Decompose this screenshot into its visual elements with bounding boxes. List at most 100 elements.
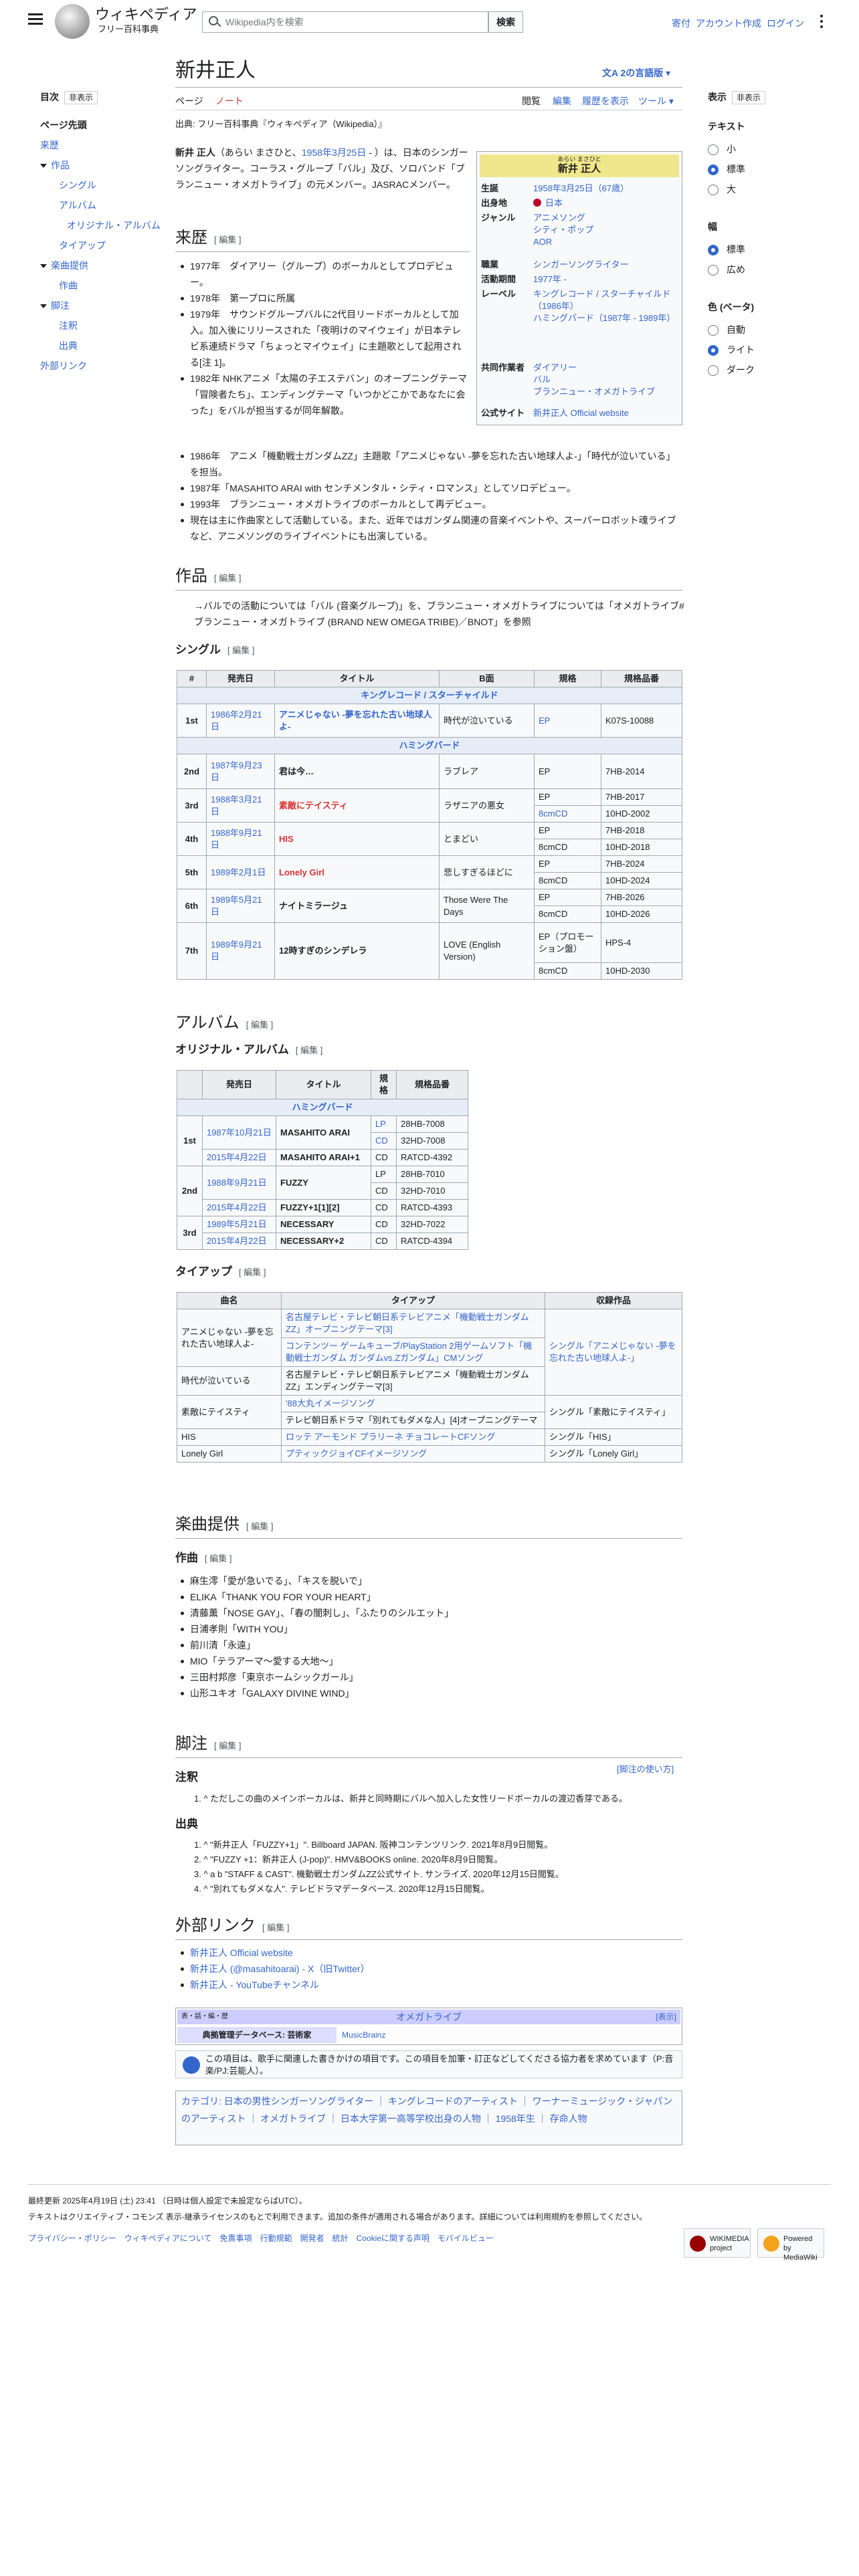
- musicbrainz-link[interactable]: MusicBrainz: [342, 2027, 385, 2043]
- reference-item: 1. ^ "新井正人「FUZZY+1」". Billboard JAPAN. 阪…: [194, 1840, 553, 1850]
- text-size-large-label: 大: [727, 184, 736, 195]
- site-wordmark[interactable]: ウィキペディア: [95, 7, 197, 23]
- edit-link[interactable]: [ 編集 ]: [239, 1267, 266, 1277]
- edit-link[interactable]: [ 編集 ]: [296, 1045, 322, 1055]
- external-link[interactable]: 新井正人 (@masahitoarai) - X（旧Twitter）: [175, 1961, 682, 1977]
- text-size-large-radio[interactable]: [708, 185, 719, 195]
- toc-hide-button[interactable]: 非表示: [64, 91, 98, 104]
- infobox-value[interactable]: 1958年3月25日（67歳）: [533, 183, 679, 195]
- infobox-value[interactable]: 日本: [545, 198, 563, 208]
- footnote-help-link[interactable]: [脚注の使い方]: [617, 1763, 674, 1777]
- infobox-value[interactable]: 1977年 -: [533, 274, 679, 286]
- column-header: タイトル: [274, 670, 440, 687]
- infobox-key: 公式サイト: [481, 408, 525, 418]
- toc-item-albums[interactable]: アルバム: [59, 198, 96, 213]
- login-link[interactable]: ログイン: [767, 16, 804, 31]
- toc-collapse-icon[interactable]: [40, 264, 47, 269]
- color-auto-radio[interactable]: [708, 325, 719, 336]
- heading-text: オリジナル・アルバム: [175, 1043, 289, 1056]
- list-item: 山形ユキオ「GALAXY DIVINE WIND」: [175, 1685, 682, 1701]
- toc-collapse-icon[interactable]: [40, 304, 47, 309]
- text-size-small-radio[interactable]: [708, 144, 719, 155]
- infobox-value[interactable]: キングレコード / スターチャイルド（1986年） ハミングバード（1987年 …: [533, 288, 679, 324]
- table-row: 2015年4月22日 MASAHITO ARAI+1 CD RATCD-4392: [177, 1149, 468, 1166]
- composition-list: 麻生澪「愛が急いでる」、「キスを脱いで」 ELIKA「THANK YOU FOR…: [175, 1573, 682, 1701]
- navbox-vte[interactable]: 表・話・編・歴: [181, 2010, 228, 2024]
- edit-link[interactable]: [ 編集 ]: [205, 1553, 231, 1564]
- list-item: 1993年 ブランニュー・オメガトライブのボーカルとして再デビュー。: [175, 496, 682, 512]
- language-button[interactable]: 文A 2の言語版 ▾: [602, 66, 670, 80]
- list-item: 日浦孝則「WITH YOU」: [175, 1621, 682, 1637]
- toc-item-notes[interactable]: 脚注: [51, 300, 70, 311]
- section-provided-heading: 楽曲提供 [ 編集 ]: [175, 1514, 273, 1537]
- donate-link[interactable]: 寄付: [672, 16, 690, 31]
- edit-link[interactable]: [ 編集 ]: [214, 235, 241, 245]
- create-account-link[interactable]: アカウント作成: [696, 16, 761, 31]
- toc-item-works[interactable]: 作品: [51, 160, 70, 171]
- reference-list: 1. ^ "新井正人「FUZZY+1」". Billboard JAPAN. 阪…: [194, 1838, 682, 1897]
- main-menu-icon[interactable]: [28, 13, 43, 25]
- toc-item-history[interactable]: 来歴: [40, 138, 59, 152]
- more-options-icon[interactable]: [815, 15, 828, 28]
- appearance-hide-button[interactable]: 非表示: [732, 91, 766, 104]
- external-link[interactable]: 新井正人 - YouTubeチャンネル: [175, 1977, 682, 1993]
- column-header: 規格: [371, 1070, 397, 1099]
- search-input[interactable]: Wikipedia内を検索: [202, 11, 488, 33]
- reference-item: 2. ^ "FUZZY +1：新井正人 (J-pop)". HMV&BOOKS …: [194, 1854, 503, 1864]
- navbox-toggle[interactable]: [表示]: [656, 2010, 676, 2024]
- wikipedia-logo[interactable]: [55, 4, 90, 39]
- label-row[interactable]: キングレコード / スターチャイルド: [177, 687, 682, 704]
- tab-tools[interactable]: ツール ▾: [638, 94, 674, 108]
- wikimedia-badge[interactable]: WIKIMEDIA project: [684, 2228, 751, 2258]
- table-row: 5th 1989年2月1日 Lonely Girl 悲しすぎるほどに EP 7H…: [177, 855, 682, 889]
- heading-divider: [175, 251, 470, 252]
- toc-item-annotations[interactable]: 注釈: [59, 318, 78, 333]
- external-link[interactable]: 新井正人 Official website: [175, 1945, 682, 1961]
- infobox-value[interactable]: アニメソング シティ・ポップ AOR: [533, 212, 679, 248]
- navbox-title[interactable]: オメガトライブ: [396, 2012, 462, 2022]
- edit-link[interactable]: [ 編集 ]: [246, 1020, 273, 1030]
- toc-item-sources[interactable]: 出典: [59, 338, 78, 353]
- toc-item-top[interactable]: ページ先頭: [40, 118, 87, 132]
- toc-item-provided[interactable]: 楽曲提供: [51, 260, 88, 271]
- infobox-value[interactable]: 新井正人 Official website: [533, 407, 679, 419]
- list-item: 現在は主に作曲家として活動している。また、近年ではガンダム関連の音楽イベントや、…: [175, 512, 682, 544]
- section-external-heading: 外部リンク [ 編集 ]: [175, 1915, 289, 1939]
- toc-item-tieups[interactable]: タイアップ: [59, 238, 106, 253]
- color-dark-radio[interactable]: [708, 365, 719, 376]
- footer-links[interactable]: プライバシー・ポリシー ウィキペディアについて 免責事項 行動規範 開発者 統計…: [28, 2232, 494, 2244]
- width-wide-radio[interactable]: [708, 265, 719, 276]
- toc-item-external[interactable]: 外部リンク: [40, 358, 87, 373]
- text-size-standard-radio[interactable]: [708, 165, 719, 175]
- toc-collapse-icon[interactable]: [40, 164, 47, 169]
- toc-item-singles[interactable]: シングル: [59, 178, 96, 193]
- edit-link[interactable]: [ 編集 ]: [246, 1521, 273, 1531]
- category-links[interactable]: カテゴリ: 日本の男性シンガーソングライター ｜ キングレコードのアーティスト …: [175, 2090, 682, 2145]
- edit-link[interactable]: [ 編集 ]: [227, 645, 254, 655]
- toc-item-original-albums[interactable]: オリジナル・アルバム: [67, 218, 161, 233]
- tab-edit[interactable]: 編集: [553, 94, 571, 108]
- tab-page[interactable]: ページ: [175, 94, 203, 108]
- text-size-label: テキスト: [708, 121, 745, 132]
- mediawiki-badge[interactable]: Powered by MediaWiki: [757, 2228, 824, 2262]
- color-light-radio[interactable]: [708, 345, 719, 356]
- tab-read[interactable]: 閲覧: [522, 94, 541, 108]
- edit-link[interactable]: [ 編集 ]: [214, 573, 241, 583]
- edit-link[interactable]: [ 編集 ]: [262, 1923, 289, 1933]
- infobox-value[interactable]: ダイアリー バル ブランニュー・オメガトライブ: [533, 362, 679, 398]
- tab-history[interactable]: 履歴を表示: [582, 94, 629, 108]
- section-composition-heading: 作曲 [ 編集 ]: [175, 1550, 231, 1567]
- table-row: 3rd 1989年5月21日 NECESSARY CD 32HD-7022: [177, 1216, 468, 1250]
- tab-talk[interactable]: ノート: [215, 94, 244, 108]
- toc-item-composition[interactable]: 作曲: [59, 278, 78, 293]
- table-row: 4th 1988年9月21日 HIS とまどい EP 7HB-2018: [177, 822, 682, 856]
- edit-link[interactable]: [ 編集 ]: [214, 1741, 241, 1751]
- label-row[interactable]: ハミングバード: [177, 737, 682, 754]
- width-wide-label: 広め: [727, 264, 745, 275]
- list-item: 麻生澪「愛が急いでる」、「キスを脱いで」: [175, 1573, 682, 1589]
- width-standard-radio[interactable]: [708, 245, 719, 255]
- infobox-value[interactable]: シンガーソングライター: [533, 259, 679, 271]
- intro-birth-link[interactable]: 1958年3月25日: [302, 147, 367, 158]
- label-row[interactable]: ハミングバード: [177, 1099, 468, 1116]
- search-button[interactable]: 検索: [488, 11, 523, 33]
